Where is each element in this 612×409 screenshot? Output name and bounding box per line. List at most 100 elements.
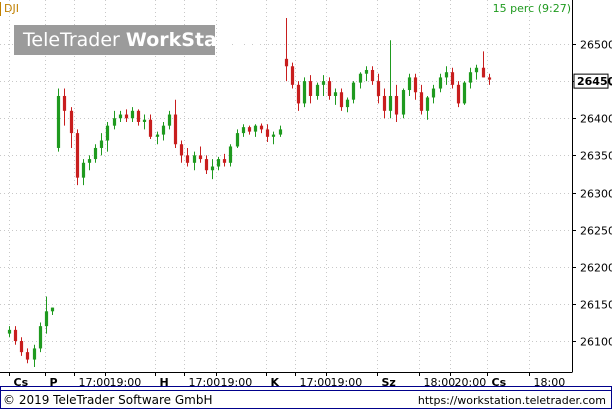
- candle-body: [401, 90, 406, 115]
- candle-body: [222, 159, 227, 163]
- x-tick-label: Cs: [492, 376, 507, 389]
- y-tick-label: 26300: [580, 188, 612, 201]
- candle-body: [13, 329, 18, 341]
- x-tick-label: 19:00: [110, 376, 142, 389]
- candle-body: [198, 155, 203, 160]
- candle-body: [358, 73, 363, 83]
- candle: [401, 88, 406, 119]
- candle-body: [394, 95, 399, 115]
- candle-body: [19, 341, 24, 353]
- candle-body: [167, 114, 172, 126]
- candle-body: [284, 58, 289, 67]
- watermark-logo: TeleTrader WorkStation: [14, 25, 259, 55]
- candle-body: [321, 81, 326, 85]
- candle-body: [142, 119, 147, 122]
- interval-label: 15 perc (9:27): [492, 2, 571, 15]
- y-tick-label: 26150: [580, 299, 612, 312]
- candle-body: [296, 84, 301, 104]
- x-tick-label: P: [50, 376, 58, 389]
- y-tick-label: 26100: [580, 336, 612, 349]
- candle-body: [228, 146, 233, 163]
- x-tick-label: Sz: [382, 376, 396, 389]
- candle: [56, 88, 61, 152]
- candle-body: [69, 110, 74, 134]
- candle-body: [388, 95, 393, 111]
- x-tick-label: 18:00: [424, 376, 456, 389]
- candle-body: [105, 125, 110, 141]
- candle-body: [407, 77, 412, 91]
- candle-body: [253, 125, 258, 132]
- y-tick-label: 26250: [580, 225, 612, 238]
- candle-body: [75, 133, 80, 178]
- x-tick-label: 17:00: [79, 376, 111, 389]
- candle-body: [487, 77, 492, 80]
- candle-body: [333, 92, 338, 96]
- candle-body: [259, 125, 264, 130]
- source-url: https://workstation.teletrader.com: [417, 394, 606, 407]
- candle-body: [179, 144, 184, 156]
- candle-body: [315, 84, 320, 96]
- candle-body: [462, 82, 467, 104]
- x-tick-label: Cs: [14, 376, 29, 389]
- candle-body: [247, 127, 252, 132]
- x-tick-label: 17:00: [189, 376, 221, 389]
- candle-body: [204, 159, 209, 171]
- candle-body: [25, 352, 30, 360]
- candle-body: [456, 84, 461, 104]
- candle-body: [351, 82, 356, 100]
- candle: [75, 129, 80, 186]
- candle-body: [7, 329, 12, 334]
- symbol-marker: [0, 2, 1, 16]
- candle-body: [112, 118, 117, 126]
- candle-body: [474, 67, 479, 73]
- candle-body: [419, 92, 424, 111]
- candle: [290, 62, 295, 89]
- candle-body: [468, 72, 473, 83]
- candle-body: [38, 326, 43, 349]
- candle-body: [148, 119, 153, 137]
- candle-body: [210, 166, 215, 171]
- candle-body: [308, 81, 313, 96]
- candle-body: [173, 114, 178, 145]
- watermark-brand: TeleTrader: [23, 29, 120, 51]
- x-tick-label: H: [160, 376, 169, 389]
- x-tick-label: K: [271, 376, 280, 389]
- x-tick-label: 17:00: [300, 376, 332, 389]
- candle-body: [345, 99, 350, 108]
- candle-body: [444, 72, 449, 78]
- y-axis: 26100 26150 26200 26250 26300 26350 26400 26450…: [572, 39, 612, 349]
- candle-body: [339, 92, 344, 108]
- candle-body: [425, 97, 430, 111]
- candle-body: [32, 348, 37, 360]
- y-tick-label: 26400: [580, 113, 612, 126]
- candle-body: [130, 110, 135, 119]
- candle-body: [413, 77, 418, 93]
- y-tick-label: 26200: [580, 262, 612, 275]
- symbol-label: DJI: [4, 2, 19, 15]
- copyright-text: © 2019 TeleTrader Software GmbH: [3, 393, 213, 407]
- candle-body: [370, 69, 375, 82]
- candle-body: [364, 69, 369, 74]
- candle-body: [431, 88, 436, 98]
- candle-body: [44, 311, 49, 327]
- candle-body: [192, 155, 197, 163]
- candle-body: [118, 114, 123, 119]
- candle-body: [327, 81, 332, 96]
- candle-body: [185, 155, 190, 163]
- x-tick-label: 18:00: [534, 376, 566, 389]
- candle-body: [278, 129, 283, 135]
- candle-body: [290, 66, 295, 85]
- candle-body: [450, 72, 455, 85]
- candlestick-chart: 26100 26150 26200 26250 26300 26350 26400 26450…: [0, 0, 612, 409]
- candle-body: [155, 134, 160, 137]
- current-value-label: 26450: [577, 75, 612, 88]
- y-tick-label: 26350: [580, 150, 612, 163]
- candle-body: [81, 162, 86, 178]
- candle-body: [271, 134, 276, 137]
- candle-body: [235, 133, 240, 147]
- candle-body: [93, 147, 98, 160]
- y-tick-label: 26500: [580, 39, 612, 52]
- candle-body: [124, 114, 129, 119]
- candle-body: [241, 127, 246, 134]
- candle-body: [376, 81, 381, 96]
